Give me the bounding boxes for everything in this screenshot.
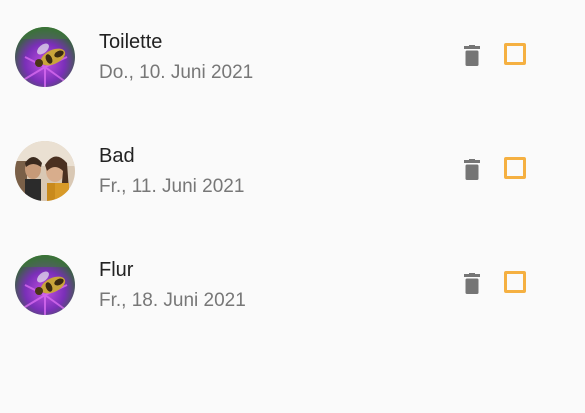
task-title: Toilette <box>99 31 163 53</box>
done-checkbox[interactable] <box>504 271 526 293</box>
task-title: Flur <box>99 259 134 281</box>
list-item[interactable]: Bad Fr., 11. Juni 2021 <box>0 114 585 228</box>
task-date: Fr., 18. Juni 2021 <box>99 290 246 311</box>
task-list: Toilette Do., 10. Juni 2021 Bad Fr., 11.… <box>0 0 585 413</box>
done-checkbox[interactable] <box>504 43 526 65</box>
avatar <box>15 141 75 201</box>
trash-icon[interactable] <box>462 159 482 183</box>
done-checkbox[interactable] <box>504 157 526 179</box>
avatar <box>15 255 75 315</box>
list-item[interactable]: Toilette Do., 10. Juni 2021 <box>0 0 585 114</box>
task-date: Fr., 11. Juni 2021 <box>99 176 245 197</box>
task-date: Do., 10. Juni 2021 <box>99 62 254 83</box>
people-image <box>15 141 75 201</box>
trash-icon[interactable] <box>462 45 482 69</box>
bee-flower-image <box>15 27 75 87</box>
list-item[interactable]: Flur Fr., 18. Juni 2021 <box>0 228 585 342</box>
bee-flower-image <box>15 255 75 315</box>
task-title: Bad <box>99 145 135 167</box>
trash-icon[interactable] <box>462 273 482 297</box>
avatar <box>15 27 75 87</box>
